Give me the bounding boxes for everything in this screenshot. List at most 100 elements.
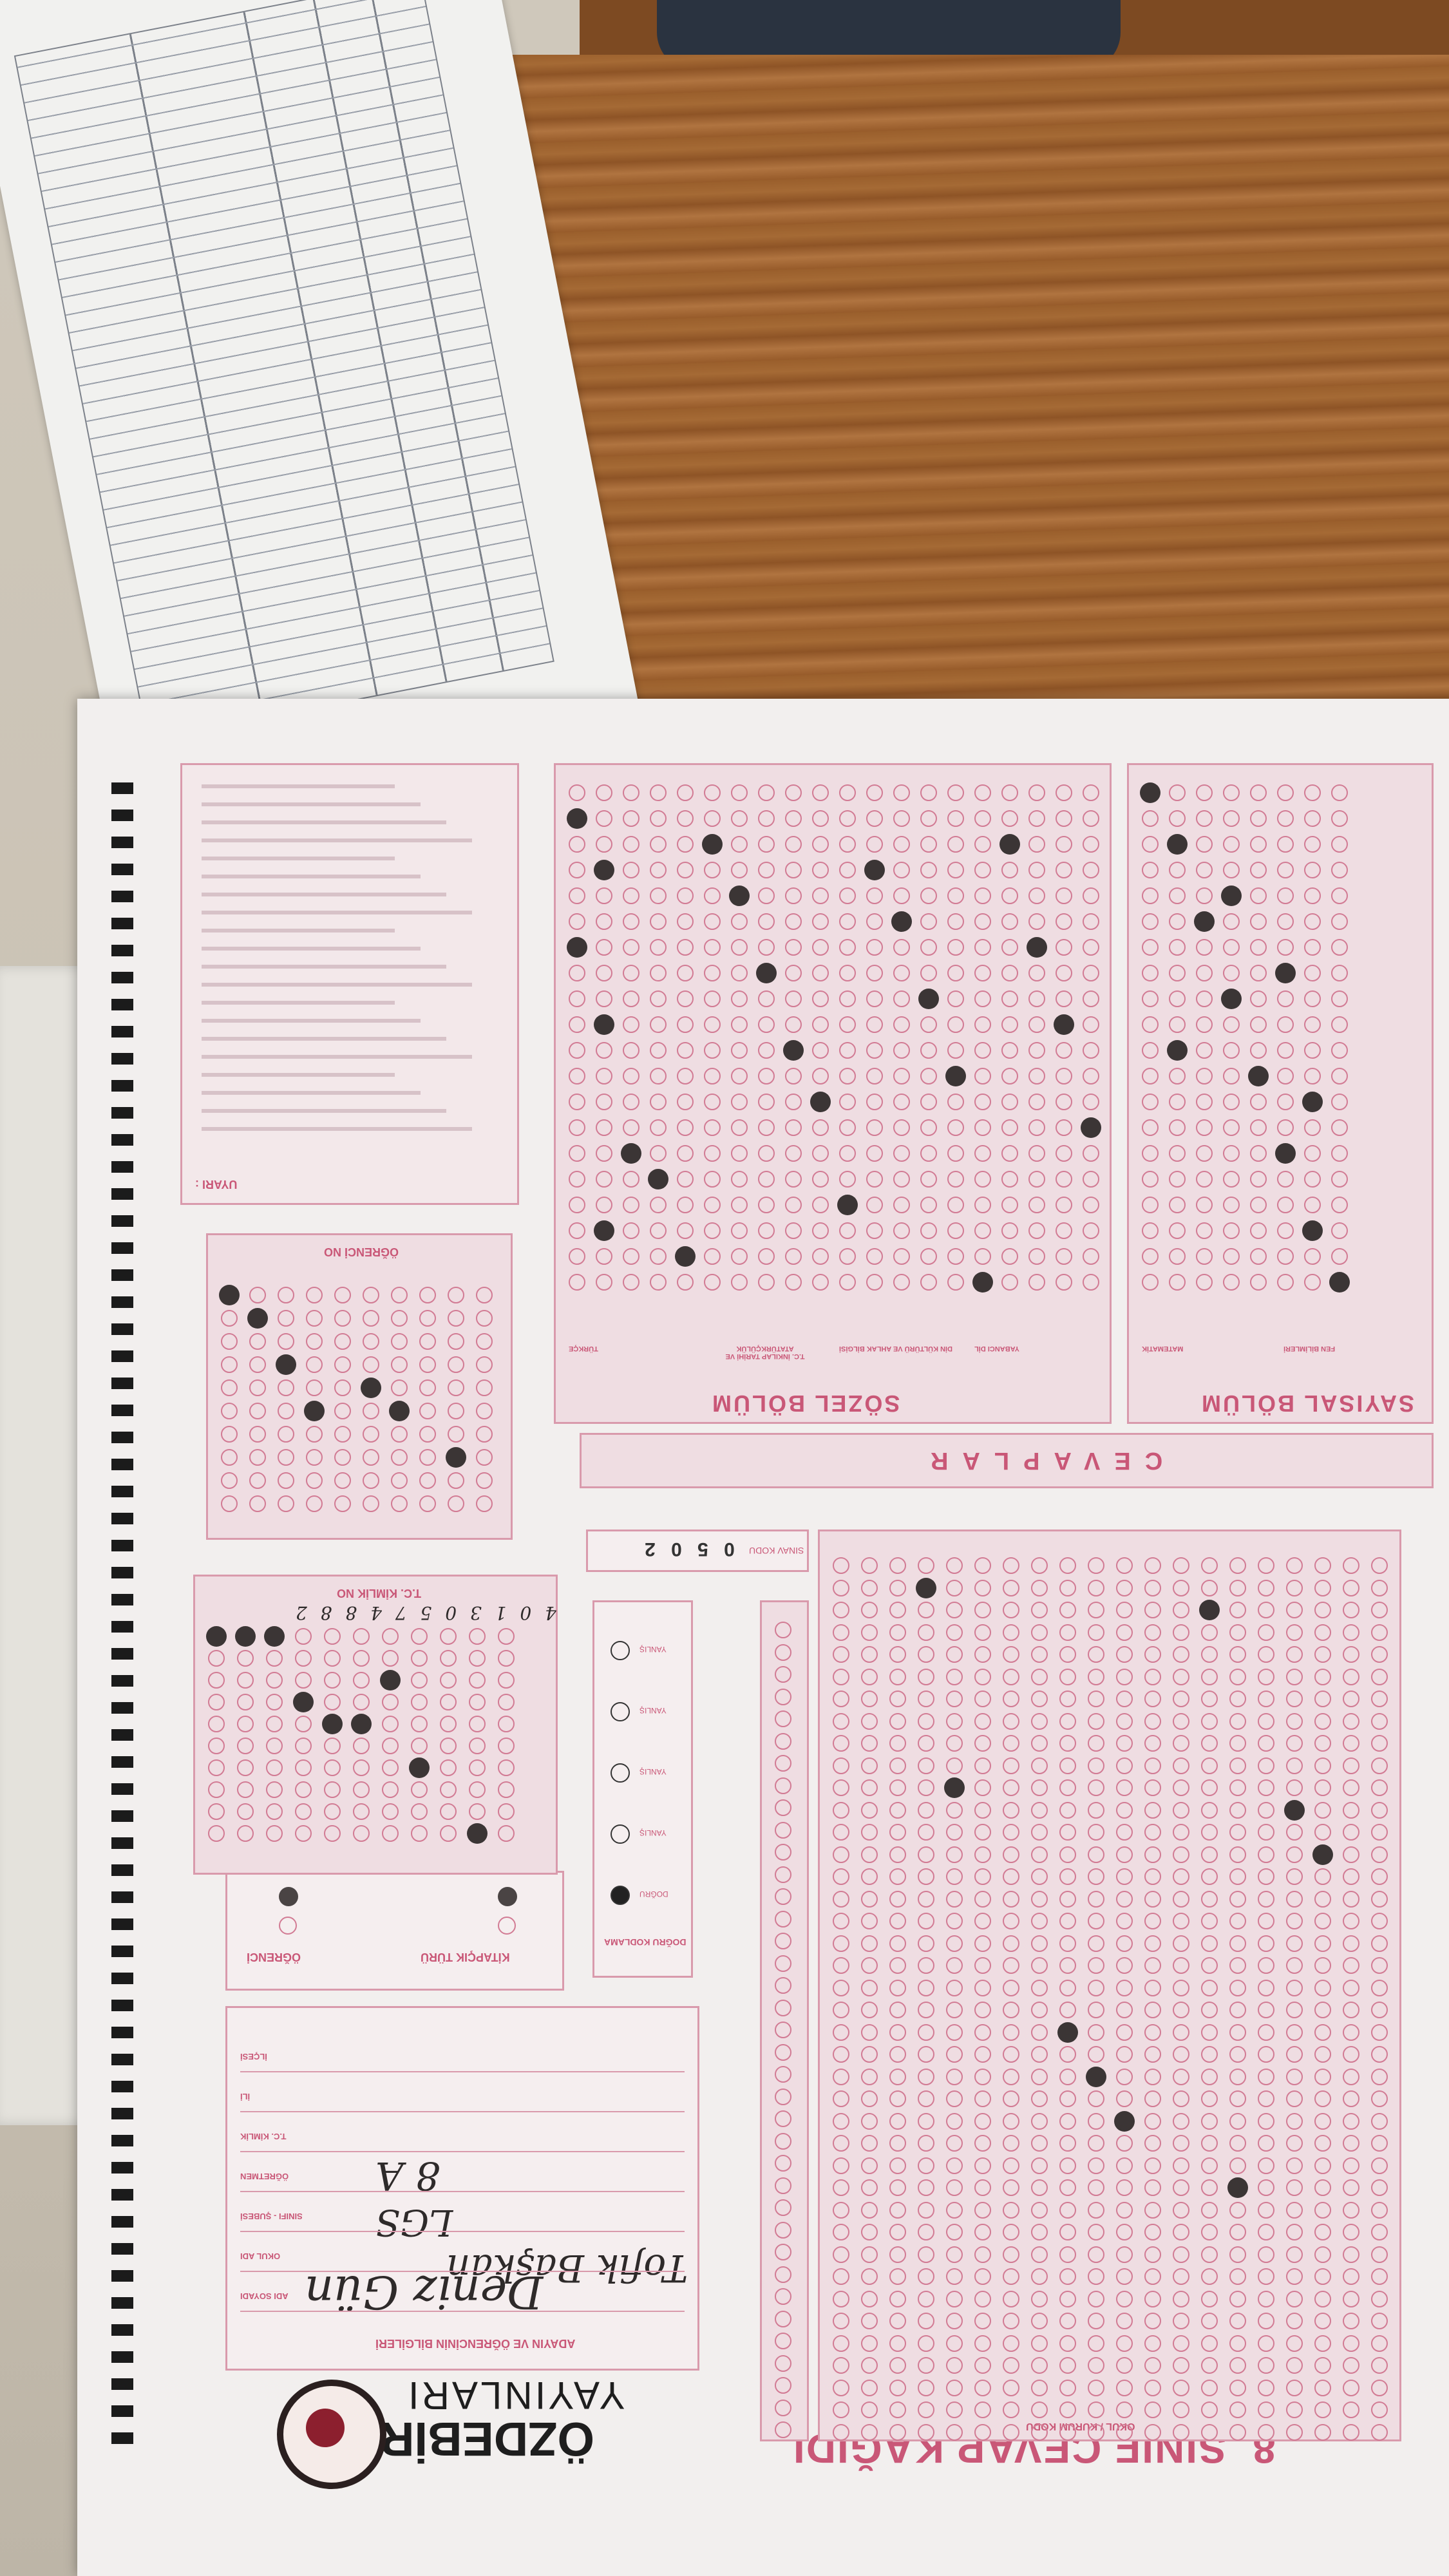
- answer-bubble[interactable]: [833, 2313, 849, 2329]
- answer-bubble[interactable]: [1028, 1222, 1045, 1239]
- answer-bubble[interactable]: [306, 1287, 323, 1303]
- answer-bubble[interactable]: [866, 1248, 883, 1265]
- answer-bubble[interactable]: [498, 1694, 515, 1710]
- answer-bubble[interactable]: [1001, 784, 1018, 801]
- answer-bubble[interactable]: [889, 2268, 906, 2285]
- answer-bubble[interactable]: [889, 2334, 906, 2352]
- answer-bubble[interactable]: [448, 1356, 464, 1373]
- answer-bubble[interactable]: [1116, 2068, 1133, 2085]
- answer-bubble[interactable]: [918, 1757, 934, 1774]
- answer-bubble[interactable]: [839, 836, 856, 853]
- answer-bubble[interactable]: [1116, 1846, 1133, 1863]
- answer-bubble[interactable]: [1258, 1779, 1274, 1796]
- answer-bubble[interactable]: [1083, 1248, 1099, 1265]
- answer-bubble[interactable]: [974, 1145, 991, 1162]
- answer-bubble[interactable]: [1059, 1801, 1076, 1819]
- answer-bubble[interactable]: [382, 1694, 399, 1710]
- answer-bubble[interactable]: [1003, 1779, 1019, 1796]
- answer-bubble[interactable]: [1169, 1248, 1186, 1265]
- answer-bubble[interactable]: [1229, 2135, 1246, 2152]
- answer-bubble[interactable]: [1229, 1890, 1246, 1908]
- answer-bubble[interactable]: [1031, 1913, 1048, 1929]
- answer-bubble[interactable]: [266, 1738, 283, 1754]
- answer-bubble[interactable]: [893, 1248, 910, 1265]
- answer-bubble[interactable]: [1028, 784, 1045, 801]
- answer-bubble[interactable]: [861, 2068, 878, 2085]
- answer-bubble[interactable]: [440, 1803, 457, 1820]
- answer-bubble[interactable]: [833, 1779, 849, 1796]
- answer-bubble[interactable]: [448, 1426, 464, 1443]
- answer-bubble[interactable]: [1142, 862, 1159, 878]
- answer-bubble[interactable]: [1028, 1274, 1045, 1291]
- answer-bubble[interactable]: [1142, 1197, 1159, 1213]
- answer-bubble[interactable]: [237, 1759, 254, 1776]
- answer-bubble[interactable]: [1173, 2313, 1189, 2329]
- answer-bubble[interactable]: [1229, 1846, 1246, 1863]
- answer-bubble[interactable]: [812, 939, 829, 956]
- answer-bubble[interactable]: [1001, 1274, 1018, 1291]
- answer-bubble[interactable]: [1083, 887, 1099, 904]
- answer-bubble[interactable]: [889, 1712, 906, 1730]
- answer-bubble[interactable]: [920, 1222, 937, 1239]
- answer-bubble[interactable]: [833, 1913, 849, 1929]
- answer-bubble[interactable]: [1343, 1846, 1359, 1863]
- answer-bubble[interactable]: [704, 1016, 721, 1033]
- answer-bubble[interactable]: [1028, 1042, 1045, 1059]
- answer-bubble[interactable]: [1196, 887, 1213, 904]
- answer-bubble[interactable]: [1173, 2268, 1189, 2285]
- exam-type-bubble-2[interactable]: [279, 1917, 297, 1935]
- answer-bubble[interactable]: [1343, 1979, 1359, 1996]
- answer-bubble[interactable]: [785, 1094, 802, 1110]
- answer-bubble[interactable]: [785, 784, 802, 801]
- answer-bubble[interactable]: [1144, 1979, 1161, 1996]
- answer-bubble[interactable]: [1088, 2401, 1104, 2418]
- answer-bubble[interactable]: [1056, 1042, 1072, 1059]
- answer-bubble[interactable]: [1059, 1913, 1076, 1929]
- answer-bubble[interactable]: [974, 2090, 991, 2107]
- answer-bubble[interactable]: [946, 1846, 963, 1863]
- answer-bubble[interactable]: [650, 939, 667, 956]
- answer-bubble[interactable]: [1056, 1222, 1072, 1239]
- answer-bubble[interactable]: [1371, 1690, 1388, 1707]
- answer-bubble[interactable]: [775, 1799, 791, 1816]
- answer-bubble[interactable]: [866, 836, 883, 853]
- answer-bubble[interactable]: [1331, 1248, 1348, 1265]
- answer-bubble[interactable]: [785, 1145, 802, 1162]
- answer-bubble[interactable]: [1169, 1274, 1186, 1291]
- answer-bubble[interactable]: [237, 1672, 254, 1689]
- answer-bubble[interactable]: [650, 1068, 667, 1084]
- answer-bubble[interactable]: [1003, 2423, 1019, 2441]
- answer-bubble[interactable]: [920, 1042, 937, 1059]
- answer-bubble[interactable]: [440, 1694, 457, 1710]
- answer-bubble[interactable]: [1059, 2268, 1076, 2285]
- answer-bubble[interactable]: [1343, 1890, 1359, 1908]
- answer-bubble[interactable]: [1314, 2068, 1331, 2085]
- answer-bubble[interactable]: [1088, 2201, 1104, 2219]
- answer-bubble[interactable]: [920, 1068, 937, 1084]
- answer-bubble[interactable]: [1250, 1197, 1267, 1213]
- answer-bubble[interactable]: [974, 862, 991, 878]
- answer-bubble[interactable]: [1088, 2423, 1104, 2441]
- answer-bubble[interactable]: [1088, 1690, 1104, 1707]
- answer-bubble[interactable]: [596, 1171, 612, 1188]
- answer-bubble[interactable]: [861, 1579, 878, 1596]
- answer-bubble[interactable]: [775, 2022, 791, 2038]
- answer-bubble[interactable]: [833, 2002, 849, 2018]
- answer-bubble[interactable]: [1304, 1171, 1321, 1188]
- answer-bubble[interactable]: [1277, 1274, 1294, 1291]
- answer-bubble[interactable]: [1314, 1779, 1331, 1796]
- answer-bubble[interactable]: [833, 1646, 849, 1663]
- answer-bubble[interactable]: [833, 2068, 849, 2085]
- answer-bubble[interactable]: [889, 2423, 906, 2441]
- answer-bubble[interactable]: [889, 2090, 906, 2107]
- answer-bubble[interactable]: [974, 2068, 991, 2085]
- answer-bubble[interactable]: [363, 1287, 379, 1303]
- answer-bubble[interactable]: [1003, 1890, 1019, 1908]
- answer-bubble[interactable]: [1028, 1068, 1045, 1084]
- answer-bubble[interactable]: [1331, 939, 1348, 956]
- answer-bubble[interactable]: [1314, 1712, 1331, 1730]
- answer-bubble[interactable]: [1088, 1735, 1104, 1752]
- answer-bubble[interactable]: [1343, 2068, 1359, 2085]
- answer-bubble[interactable]: [266, 1716, 283, 1732]
- answer-bubble[interactable]: [1258, 2224, 1274, 2240]
